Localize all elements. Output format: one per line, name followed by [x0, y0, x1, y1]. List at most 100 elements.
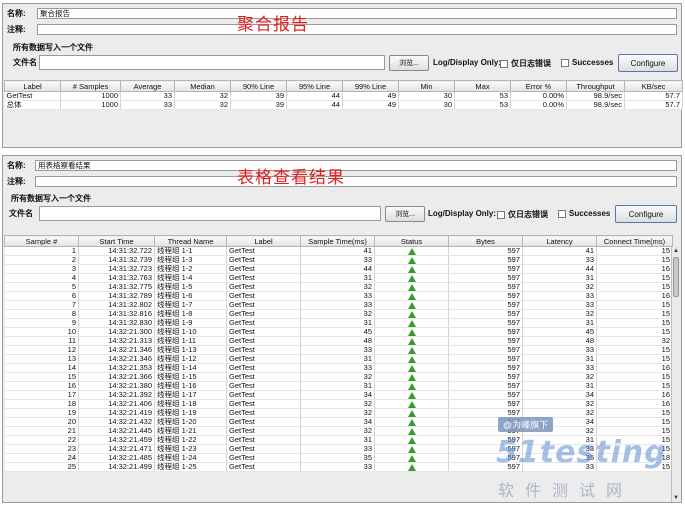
filename-input[interactable] — [39, 206, 381, 221]
column-header[interactable]: # Samples — [60, 80, 121, 92]
errors-only-checkbox[interactable]: 仅日志错误 — [497, 209, 548, 220]
table-cell: 线程组 1-22 — [154, 435, 227, 445]
column-header[interactable]: Error % — [510, 80, 567, 92]
name-input[interactable]: 聚合报告 — [37, 8, 677, 19]
table-row[interactable]: 5 14:31:32.775 线程组 1-5 GetTest 32 597 32 15 — [4, 282, 673, 292]
successes-checkbox[interactable]: Successes — [561, 58, 613, 67]
checkbox-box[interactable] — [500, 59, 508, 68]
status-cell — [374, 462, 449, 472]
success-triangle-icon — [407, 292, 416, 300]
table-row[interactable]: 23 14:32:21.471 线程组 1-23 GetTest 33 597 33 15 — [4, 444, 673, 454]
configure-button[interactable]: Configure — [618, 54, 678, 72]
table-row[interactable]: 9 14:31:32.830 线程组 1-9 GetTest 31 597 31 15 — [4, 318, 673, 328]
table-row[interactable]: 15 14:32:21.366 线程组 1-15 GetTest 32 597 32 15 — [4, 372, 673, 382]
checkbox-box[interactable] — [558, 209, 566, 218]
table-row[interactable]: 4 14:31:32.763 线程组 1-4 GetTest 31 597 31 15 — [4, 273, 673, 283]
table-row[interactable]: 12 14:32:21.346 线程组 1-13 GetTest 33 597 33 15 — [4, 345, 673, 355]
table-row[interactable]: 20 14:32:21.432 线程组 1-20 GetTest 34 597 34 15 — [4, 417, 673, 427]
scroll-up-icon[interactable]: ▲ — [672, 247, 680, 255]
table-row[interactable]: 17 14:32:21.392 线程组 1-17 GetTest 34 597 34 16 — [4, 390, 673, 400]
column-header[interactable]: Label — [4, 80, 61, 92]
table-row[interactable]: 18 14:32:21.406 线程组 1-18 GetTest 32 597 32 16 — [4, 399, 673, 409]
column-header[interactable]: 90% Line — [230, 80, 287, 92]
table-cell: 15 — [596, 462, 673, 472]
column-header[interactable]: Latency — [522, 235, 597, 247]
comment-label: 注释: — [7, 25, 26, 34]
table-row[interactable]: 14 14:32:21.353 线程组 1-14 GetTest 33 597 33 16 — [4, 363, 673, 373]
table-row[interactable]: 13 14:32:21.346 线程组 1-12 GetTest 31 597 31 15 — [4, 354, 673, 364]
table-cell: 15 — [596, 255, 673, 265]
column-header[interactable]: Max — [454, 80, 511, 92]
column-header[interactable]: Min — [398, 80, 455, 92]
file-row: 文件名 — [9, 205, 33, 222]
table-cell: 线程组 1-16 — [154, 381, 227, 391]
table-cell: 24 — [4, 453, 79, 463]
errors-only-checkbox[interactable]: 仅日志错误 — [500, 58, 551, 69]
table-cell: GetTest — [226, 318, 301, 328]
configure-button[interactable]: Configure — [615, 205, 677, 223]
successes-checkbox[interactable]: Successes — [558, 209, 610, 218]
column-header[interactable]: Status — [374, 235, 449, 247]
column-header[interactable]: 99% Line — [342, 80, 399, 92]
checkbox-box[interactable] — [497, 210, 505, 219]
table-row[interactable]: 2 14:31:32.739 线程组 1-3 GetTest 33 597 33 15 — [4, 255, 673, 265]
table-row[interactable]: 1 14:31:32.722 线程组 1-1 GetTest 41 597 41 15 — [4, 246, 673, 256]
table-row[interactable]: 19 14:32:21.419 线程组 1-19 GetTest 32 597 32 15 — [4, 408, 673, 418]
column-header[interactable]: KB/sec — [624, 80, 683, 92]
table-row[interactable]: 11 14:32:21.313 线程组 1-11 GetTest 48 597 48 32 — [4, 336, 673, 346]
column-header[interactable]: Median — [174, 80, 231, 92]
table-cell: 597 — [448, 300, 523, 310]
column-header[interactable]: 95% Line — [286, 80, 343, 92]
table-cell: GetTest — [226, 309, 301, 319]
column-header[interactable]: Sample # — [4, 235, 79, 247]
filename-input[interactable] — [39, 55, 385, 70]
table-cell: 15 — [596, 372, 673, 382]
column-header[interactable]: Start Time — [78, 235, 155, 247]
success-triangle-icon — [407, 427, 416, 435]
table-row[interactable]: 8 14:31:32.816 线程组 1-8 GetTest 32 597 32 15 — [4, 309, 673, 319]
browse-button[interactable]: 浏览... — [389, 55, 429, 71]
name-input[interactable]: 用表格察看结果 — [35, 160, 677, 171]
table-row[interactable]: 25 14:32:21.499 线程组 1-25 GetTest 33 597 33 15 — [4, 462, 673, 472]
comment-input[interactable] — [37, 24, 677, 35]
table-row[interactable]: 21 14:32:21.445 线程组 1-21 GetTest 32 597 32 15 — [4, 426, 673, 436]
file-label: 文件名 — [13, 58, 37, 67]
table-row[interactable]: 22 14:32:21.459 线程组 1-22 GetTest 31 597 31 15 — [4, 435, 673, 445]
comment-input[interactable] — [35, 176, 677, 187]
column-header[interactable]: Label — [226, 235, 301, 247]
table-row[interactable]: 24 14:32:21.485 线程组 1-24 GetTest 35 597 35 18 — [4, 453, 673, 463]
table-cell: 14:32:21.366 — [78, 372, 155, 382]
checkbox-box[interactable] — [561, 58, 569, 67]
table-cell: 49 — [342, 91, 399, 101]
column-header[interactable]: Bytes — [448, 235, 523, 247]
column-header[interactable]: Average — [120, 80, 175, 92]
scroll-down-icon[interactable]: ▼ — [672, 494, 680, 502]
table-row[interactable]: GetTest 1000 33 32 39 44 49 30 53 0.00% 98.9/sec 57… — [4, 91, 683, 101]
table-row[interactable]: 6 14:31:32.789 线程组 1-6 GetTest 33 597 33 16 — [4, 291, 673, 301]
status-cell — [374, 246, 449, 256]
column-header[interactable]: Sample Time(ms) — [300, 235, 375, 247]
scroll-thumb[interactable] — [673, 257, 679, 297]
table-cell: GetTest — [226, 282, 301, 292]
table-row[interactable]: 总体 1000 33 32 39 44 49 30 53 0.00% 98.9/sec 57.7 — [4, 100, 683, 110]
results-scrollbar[interactable]: ▲ ▼ — [671, 247, 680, 502]
table-row[interactable]: 10 14:32:21.300 线程组 1-10 GetTest 45 597 45 15 — [4, 327, 673, 337]
column-header[interactable]: Thread Name — [154, 235, 227, 247]
table-row[interactable]: 3 14:31:32.723 线程组 1-2 GetTest 44 597 44 16 — [4, 264, 673, 274]
table-cell: 14:32:21.471 — [78, 444, 155, 454]
table-cell: 1 — [4, 246, 79, 256]
column-header[interactable]: Throughput — [566, 80, 625, 92]
table-cell: 41 — [522, 246, 597, 256]
table-cell: 34 — [522, 417, 597, 427]
table-cell: 45 — [522, 327, 597, 337]
table-cell: 597 — [448, 408, 523, 418]
table-cell: 线程组 1-2 — [154, 264, 227, 274]
column-header[interactable]: Connect Time(ms) — [596, 235, 673, 247]
table-cell: 30 — [398, 100, 455, 110]
browse-button[interactable]: 浏览... — [385, 206, 425, 222]
table-row[interactable]: 7 14:31:32.802 线程组 1-7 GetTest 33 597 33 15 — [4, 300, 673, 310]
table-cell: 14:32:21.419 — [78, 408, 155, 418]
table-cell: 49 — [342, 100, 399, 110]
table-cell: 32 — [596, 336, 673, 346]
table-row[interactable]: 16 14:32:21.380 线程组 1-16 GetTest 31 597 31 15 — [4, 381, 673, 391]
